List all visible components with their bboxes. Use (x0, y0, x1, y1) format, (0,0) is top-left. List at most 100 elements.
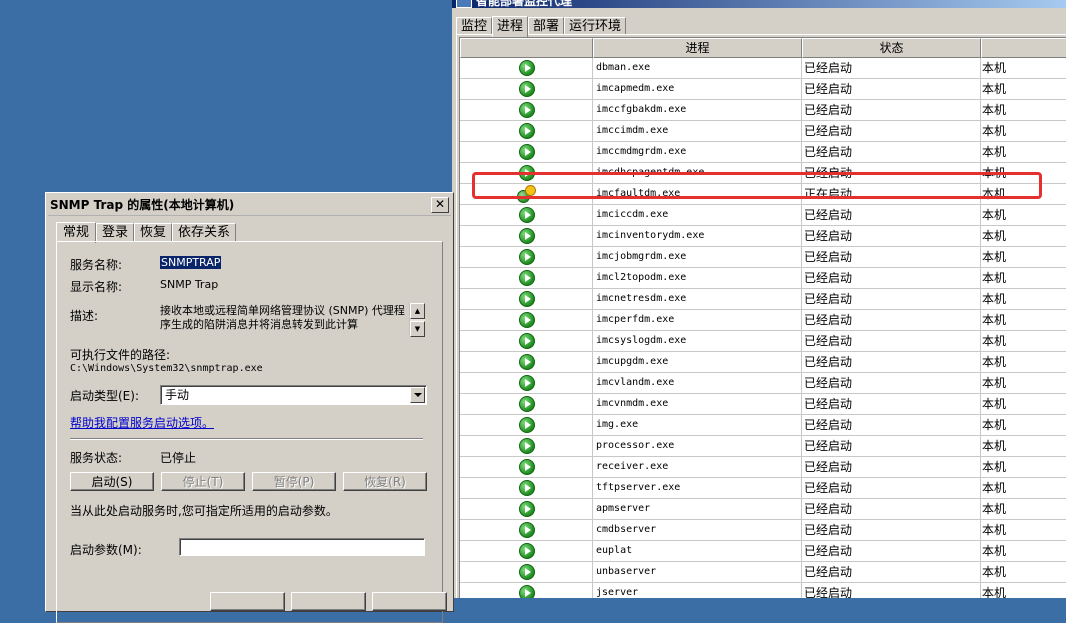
tab-process[interactable]: 进程 (492, 16, 529, 37)
table-row[interactable]: imccmdmgrdm.exe 已经启动 本机 (460, 142, 1066, 163)
table-row[interactable]: imcperfdm.exe 已经启动 本机 (460, 310, 1066, 331)
table-row[interactable]: cmdbserver 已经启动 本机 (460, 520, 1066, 541)
table-row[interactable]: imcinventorydm.exe 已经启动 本机 (460, 226, 1066, 247)
table-row[interactable]: imcsyslogdm.exe 已经启动 本机 (460, 331, 1066, 352)
table-row[interactable]: imcvnmdm.exe 已经启动 本机 (460, 394, 1066, 415)
tab-runtime-env[interactable]: 运行环境 (564, 17, 627, 35)
process-name: imciccdm.exe (593, 205, 802, 225)
column-header-status[interactable]: 状态 (802, 38, 981, 58)
tab-recovery[interactable]: 恢复 (134, 223, 173, 241)
tab-monitor[interactable]: 监控 (456, 17, 493, 35)
tab-deploy[interactable]: 部署 (528, 17, 565, 35)
table-row[interactable]: receiver.exe 已经启动 本机 (460, 457, 1066, 478)
process-name: receiver.exe (593, 457, 802, 477)
service-name-label: 服务名称: (70, 258, 123, 272)
scroll-up-icon[interactable]: ▲ (410, 303, 425, 319)
service-status-value: 已停止 (160, 451, 197, 465)
process-status: 已经启动 (802, 331, 981, 351)
status-icon-cell (460, 142, 593, 162)
dialog-title: SNMP Trap 的属性(本地计算机) (50, 198, 235, 212)
table-row[interactable]: imcfaultdm.exe 正在启动 本机 (460, 184, 1066, 205)
status-icon-cell (460, 520, 593, 540)
table-row[interactable]: jserver 已经启动 本机 (460, 583, 1066, 598)
process-name: imcsyslogdm.exe (593, 331, 802, 351)
cancel-button[interactable] (291, 592, 366, 611)
table-row[interactable]: img.exe 已经启动 本机 (460, 415, 1066, 436)
status-icon-cell (460, 562, 593, 582)
start-params-input[interactable] (179, 538, 425, 556)
process-name: imcfaultdm.exe (593, 184, 802, 204)
column-header-process[interactable]: 进程 (593, 38, 802, 58)
process-host: 本机 (982, 187, 1007, 201)
process-host: 本机 (982, 124, 1007, 138)
scroll-down-icon[interactable]: ▼ (410, 321, 425, 337)
status-icon-cell (460, 541, 593, 561)
help-link[interactable]: 帮助我配置服务启动选项。 (70, 414, 214, 431)
process-status: 已经启动 (802, 100, 981, 120)
process-status: 已经启动 (802, 268, 981, 288)
table-row[interactable]: processor.exe 已经启动 本机 (460, 436, 1066, 457)
status-icon-cell (460, 436, 593, 456)
service-name-value[interactable]: SNMPTRAP (160, 256, 222, 269)
running-icon (519, 543, 535, 559)
process-status: 已经启动 (802, 142, 981, 162)
process-table[interactable]: 进程 状态 dbman.exe 已经启动 本机 imcapmedm.exe 已经启动 本机… (459, 37, 1066, 598)
apply-button[interactable] (372, 592, 447, 611)
description-scrollbar[interactable]: ▲ ▼ (409, 303, 425, 337)
process-name: imcl2topodm.exe (593, 268, 802, 288)
process-host: 本机 (982, 145, 1007, 159)
process-host: 本机 (982, 460, 1007, 474)
resume-button[interactable]: 恢复(R) (343, 472, 427, 491)
ok-button[interactable] (210, 592, 285, 611)
table-row[interactable]: imcupgdm.exe 已经启动 本机 (460, 352, 1066, 373)
table-row[interactable]: imcdhcpagentdm.exe 已经启动 本机 (460, 163, 1066, 184)
table-row[interactable]: imciccdm.exe 已经启动 本机 (460, 205, 1066, 226)
process-status: 已经启动 (802, 310, 981, 330)
process-host: 本机 (982, 82, 1007, 96)
running-icon (519, 144, 535, 160)
process-host: 本机 (982, 166, 1007, 180)
running-icon (519, 270, 535, 286)
process-host: 本机 (982, 208, 1007, 222)
running-icon (519, 396, 535, 412)
process-status: 正在启动 (802, 184, 981, 204)
running-icon (519, 81, 535, 97)
description-text[interactable]: 接收本地或远程简单网络管理协议 (SNMP) 代理程序生成的陷阱消息并将消息转发… (160, 304, 425, 334)
startup-type-select[interactable]: 手动 (160, 385, 427, 405)
table-row[interactable]: imccimdm.exe 已经启动 本机 (460, 121, 1066, 142)
display-name-label: 显示名称: (70, 280, 123, 294)
table-row[interactable]: imcapmedm.exe 已经启动 本机 (460, 79, 1066, 100)
table-row[interactable]: imcnetresdm.exe 已经启动 本机 (460, 289, 1066, 310)
process-host: 本机 (982, 313, 1007, 327)
process-rows: dbman.exe 已经启动 本机 imcapmedm.exe 已经启动 本机 imccfg… (460, 58, 1066, 598)
process-name: imcvnmdm.exe (593, 394, 802, 414)
table-row[interactable]: unbaserver 已经启动 本机 (460, 562, 1066, 583)
table-row[interactable]: imcjobmgrdm.exe 已经启动 本机 (460, 247, 1066, 268)
table-row[interactable]: imccfgbakdm.exe 已经启动 本机 (460, 100, 1066, 121)
table-row[interactable]: euplat 已经启动 本机 (460, 541, 1066, 562)
chevron-down-icon[interactable] (410, 387, 425, 403)
table-row[interactable]: apmserver 已经启动 本机 (460, 499, 1066, 520)
process-status: 已经启动 (802, 79, 981, 99)
process-status: 已经启动 (802, 457, 981, 477)
column-header-icon[interactable] (460, 38, 593, 58)
table-row[interactable]: dbman.exe 已经启动 本机 (460, 58, 1066, 79)
tab-dependencies[interactable]: 依存关系 (172, 223, 237, 241)
tab-general[interactable]: 常规 (56, 222, 97, 243)
running-icon (519, 249, 535, 265)
table-row[interactable]: imcl2topodm.exe 已经启动 本机 (460, 268, 1066, 289)
running-icon (519, 165, 535, 181)
tab-logon[interactable]: 登录 (96, 223, 135, 241)
stop-button[interactable]: 停止(T) (161, 472, 245, 491)
pause-button[interactable]: 暂停(P) (252, 472, 336, 491)
table-row[interactable]: imcvlandm.exe 已经启动 本机 (460, 373, 1066, 394)
column-header-host[interactable] (981, 38, 1066, 58)
tab-bar: 监控 进程 部署 运行环境 (456, 14, 627, 37)
status-icon-cell (460, 394, 593, 414)
status-icon-cell (460, 373, 593, 393)
process-status: 已经启动 (802, 436, 981, 456)
status-icon-cell (460, 205, 593, 225)
table-row[interactable]: tftpserver.exe 已经启动 本机 (460, 478, 1066, 499)
start-button[interactable]: 启动(S) (70, 472, 154, 491)
close-icon[interactable]: ✕ (431, 197, 449, 213)
